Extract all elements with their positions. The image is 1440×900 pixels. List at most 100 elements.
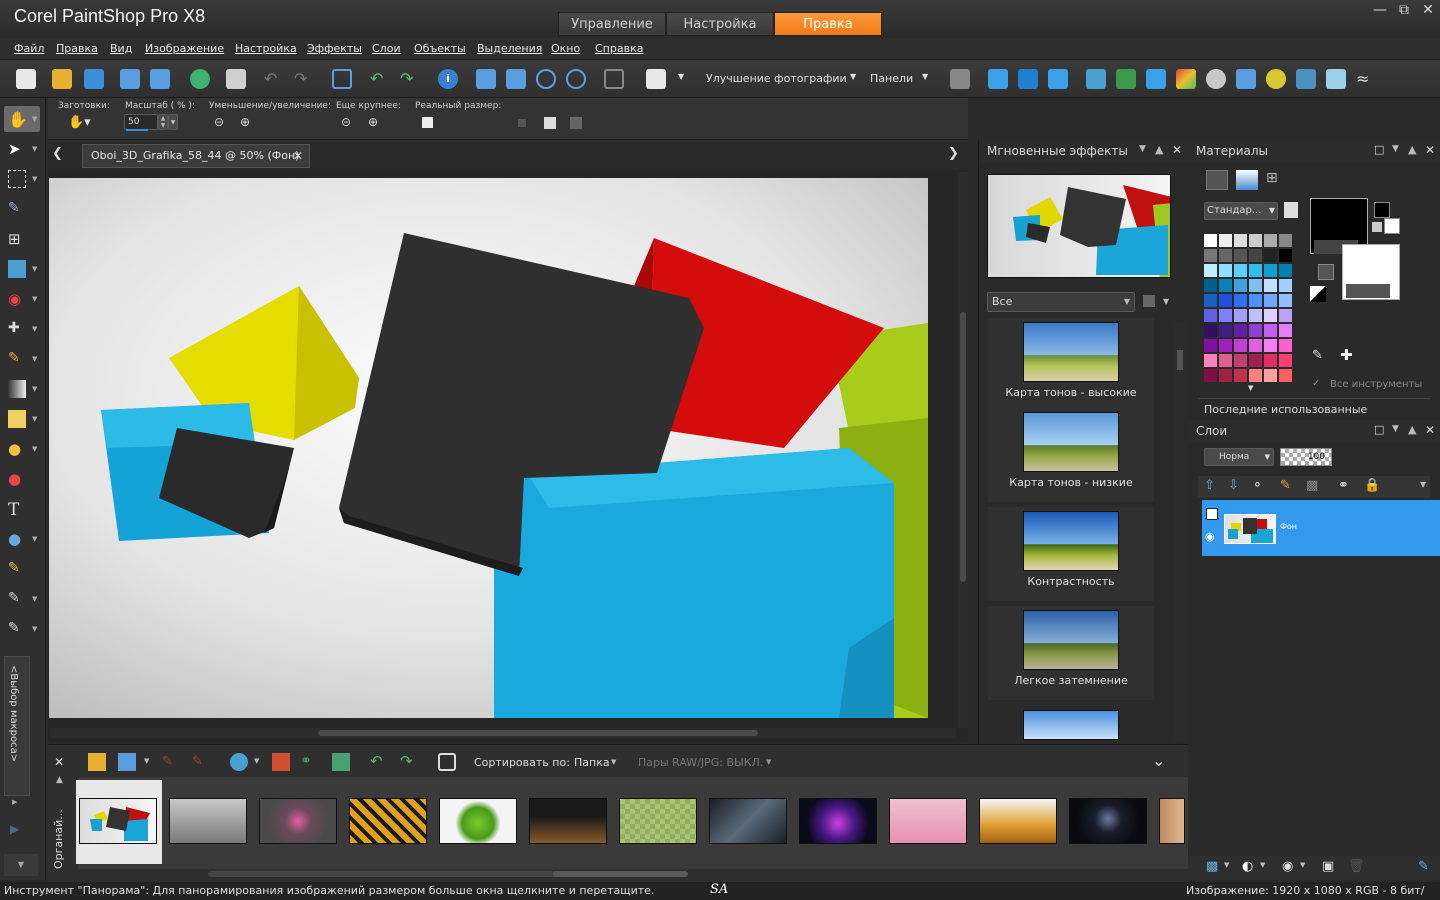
overview-icon[interactable]: [604, 69, 624, 89]
menu-file[interactable]: Файл: [14, 42, 44, 55]
color-swatch[interactable]: [1279, 369, 1292, 382]
macro-play-icon[interactable]: ▶: [10, 822, 19, 836]
redo-icon[interactable]: ↷: [400, 69, 420, 89]
paste-icon[interactable]: [646, 69, 666, 89]
effects-view-dropdown-icon[interactable]: ▼: [1163, 297, 1169, 306]
save-icon[interactable]: [120, 69, 140, 89]
organizer-close-icon[interactable]: ✕: [54, 755, 64, 769]
color-swatch[interactable]: [1279, 339, 1292, 352]
fill-tool[interactable]: ●: [4, 466, 40, 492]
menu-edit[interactable]: Правка: [56, 42, 98, 55]
palette-style-dropdown[interactable]: Стандар... ▼: [1204, 202, 1278, 220]
lock-icon[interactable]: 🔒: [1364, 478, 1380, 493]
sphere-icon[interactable]: [1206, 69, 1226, 89]
tag-icon[interactable]: ✎: [162, 754, 173, 769]
raw-pairs-toggle[interactable]: Пары RAW/JPG: ВЫКЛ.: [638, 756, 763, 769]
menu-view[interactable]: Вид: [110, 42, 132, 55]
photo-icon[interactable]: [1236, 69, 1256, 89]
effects-close-icon[interactable]: ✕: [1172, 143, 1182, 157]
effect-item[interactable]: Контрастность: [988, 507, 1154, 601]
brush-icon[interactable]: [1146, 69, 1166, 89]
color-swatch[interactable]: [1234, 339, 1247, 352]
document-image[interactable]: [49, 178, 928, 718]
color-swatch[interactable]: [1204, 369, 1217, 382]
zoom-input[interactable]: 50: [124, 114, 158, 130]
gradient-tool[interactable]: ▼: [4, 376, 40, 402]
thumbnail-item[interactable]: [619, 798, 697, 844]
layer-down-icon[interactable]: ⇩: [1228, 478, 1239, 493]
toolbox-bottom-dropdown[interactable]: ▼: [4, 854, 38, 876]
layers-float-icon[interactable]: □: [1374, 423, 1384, 436]
color-swatch[interactable]: [1249, 234, 1262, 247]
info-icon[interactable]: i: [438, 69, 458, 89]
zoom-more-in-icon[interactable]: ⊕: [368, 115, 378, 129]
color-swatch[interactable]: [1264, 234, 1277, 247]
mask-layer-icon[interactable]: ◉: [1282, 859, 1293, 874]
art-brush-tool[interactable]: ✎ ▼: [4, 586, 40, 612]
landscape-icon[interactable]: [1326, 69, 1346, 89]
color-swatch[interactable]: [1264, 324, 1277, 337]
color-swatch[interactable]: [1219, 279, 1232, 292]
pan-tool[interactable]: ✋ ▼: [4, 106, 40, 132]
effects-menu-icon[interactable]: ▼: [1139, 144, 1146, 154]
color-swatch[interactable]: [1264, 339, 1277, 352]
color-swatch[interactable]: [1234, 249, 1247, 262]
effects-filter-dropdown[interactable]: Все ▼: [987, 292, 1135, 312]
swatch-scroll-down-icon[interactable]: ▼: [1248, 384, 1253, 392]
thumbnail-item[interactable]: [259, 798, 337, 844]
straighten-tool[interactable]: ▼: [4, 256, 40, 282]
color-swatch[interactable]: [1204, 324, 1217, 337]
scan-icon[interactable]: [84, 69, 104, 89]
color-swatch[interactable]: [1249, 249, 1262, 262]
thumbnail-item[interactable]: [169, 798, 247, 844]
color-swatch[interactable]: [1204, 294, 1217, 307]
palette-menu-icon[interactable]: [1284, 202, 1298, 218]
background-material-buttons[interactable]: [1346, 284, 1390, 298]
tab-scroll-left-icon[interactable]: ❮: [52, 146, 63, 161]
color-swatch[interactable]: [1234, 369, 1247, 382]
browse-folders-icon[interactable]: [88, 753, 106, 771]
crop-tool[interactable]: ⊞: [4, 226, 40, 252]
layout-3-icon[interactable]: [1048, 69, 1068, 89]
presets-hand-icon[interactable]: ✋▾: [68, 115, 91, 130]
dropper-small-icon[interactable]: ✎: [1312, 348, 1323, 363]
effects-scrollbar[interactable]: [1175, 322, 1185, 742]
canvas-vertical-scrollbar[interactable]: [958, 172, 968, 728]
color-swatch[interactable]: [1279, 294, 1292, 307]
blend-mode-dropdown[interactable]: Норма ▼: [1204, 448, 1274, 466]
effects-view-icon[interactable]: [1143, 295, 1155, 307]
layer-row[interactable]: ◉ Фон: [1202, 500, 1440, 556]
reset-colors-icon[interactable]: [1310, 286, 1326, 302]
color-swatch[interactable]: [1204, 264, 1217, 277]
canvas-horizontal-scrollbar[interactable]: [50, 728, 956, 738]
color-swatch[interactable]: [1279, 279, 1292, 292]
menu-layers[interactable]: Слои: [372, 42, 401, 55]
sort-by-dropdown[interactable]: Папка: [574, 756, 610, 769]
vertical-scroll-thumb[interactable]: [960, 312, 966, 582]
color-swatch[interactable]: [1279, 309, 1292, 322]
all-tools-checkbox[interactable]: ✓: [1312, 378, 1320, 389]
layers-close-icon[interactable]: ✕: [1425, 423, 1435, 437]
image-2-icon[interactable]: [1116, 69, 1136, 89]
color-swatch[interactable]: [1204, 354, 1217, 367]
materials-float-icon[interactable]: □: [1374, 143, 1384, 156]
fit-window-icon[interactable]: [476, 69, 496, 89]
clone-tool[interactable]: ✚ ▼: [4, 316, 40, 342]
color-swatch[interactable]: [1264, 294, 1277, 307]
fit-image-icon[interactable]: [506, 69, 526, 89]
swatches-view-icon[interactable]: [1206, 170, 1228, 190]
enhance-photo-menu[interactable]: Улучшение фотографии: [706, 72, 847, 85]
zoom-spinner[interactable]: ▲ ▼: [158, 114, 168, 130]
shape-tool[interactable]: ● ▼: [4, 526, 40, 552]
layer-up-icon[interactable]: ⇧: [1204, 478, 1215, 493]
enhance-dropdown-icon[interactable]: ▼: [850, 72, 856, 81]
pen-tool[interactable]: ✎: [4, 556, 40, 582]
paint-brush-tool[interactable]: ✎ ▼: [4, 346, 40, 372]
color-swatch[interactable]: [1264, 354, 1277, 367]
color-swatch[interactable]: [1219, 249, 1232, 262]
color-swatch[interactable]: [1264, 309, 1277, 322]
untag-icon[interactable]: ✎: [192, 754, 203, 769]
option-icon-2[interactable]: [544, 117, 556, 129]
new-layer-dropdown-icon[interactable]: ▼: [1224, 861, 1229, 869]
color-swatch[interactable]: [1234, 324, 1247, 337]
